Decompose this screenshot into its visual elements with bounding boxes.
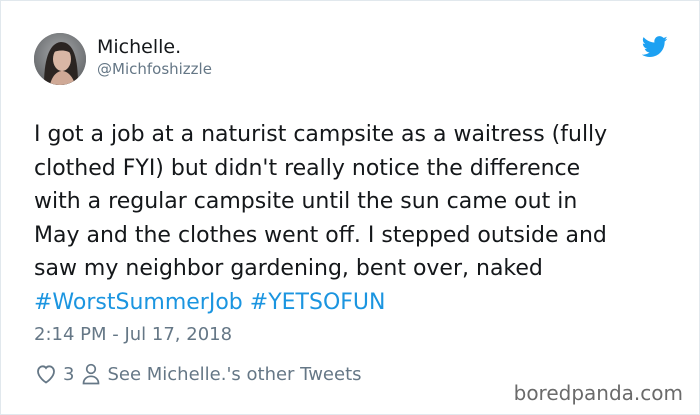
tweet-text-line: May and the clothes went off. I stepped … xyxy=(34,222,607,248)
hashtag-link[interactable]: #YETSOFUN xyxy=(250,290,386,315)
tweet-text: I got a job at a naturist campsite as a … xyxy=(34,118,684,319)
tweet-timestamp[interactable]: 2:14 PM - Jul 17, 2018 xyxy=(34,324,232,345)
tweet-text-line: saw my neighbor gardening, bent over, na… xyxy=(34,256,543,281)
heart-icon[interactable] xyxy=(34,362,58,386)
avatar[interactable] xyxy=(34,33,86,85)
hashtag-link[interactable]: #WorstSummerJob xyxy=(34,290,243,315)
boredpanda-watermark: boredpanda.com xyxy=(513,381,683,405)
avatar-photo xyxy=(34,33,86,85)
person-icon xyxy=(83,363,100,385)
see-other-tweets-link[interactable]: See Michelle.'s other Tweets xyxy=(107,364,361,385)
tweet-text-line: with a regular campsite until the sun ca… xyxy=(34,189,578,214)
like-count[interactable]: 3 xyxy=(63,364,74,385)
twitter-bird-icon[interactable] xyxy=(642,36,668,58)
tweet-actions: 3 See Michelle.'s other Tweets xyxy=(34,361,362,387)
tweet-text-line: I got a job at a naturist campsite as a … xyxy=(34,122,608,147)
author-display-name[interactable]: Michelle. xyxy=(97,36,181,58)
author-handle[interactable]: @Michfoshizzle xyxy=(97,60,212,78)
tweet-card: Michelle. @Michfoshizzle I got a job at … xyxy=(0,0,700,415)
tweet-text-line: clothed FYI) but didn't really notice th… xyxy=(34,155,581,181)
hashtag-line: #WorstSummerJob #YETSOFUN xyxy=(34,286,684,320)
